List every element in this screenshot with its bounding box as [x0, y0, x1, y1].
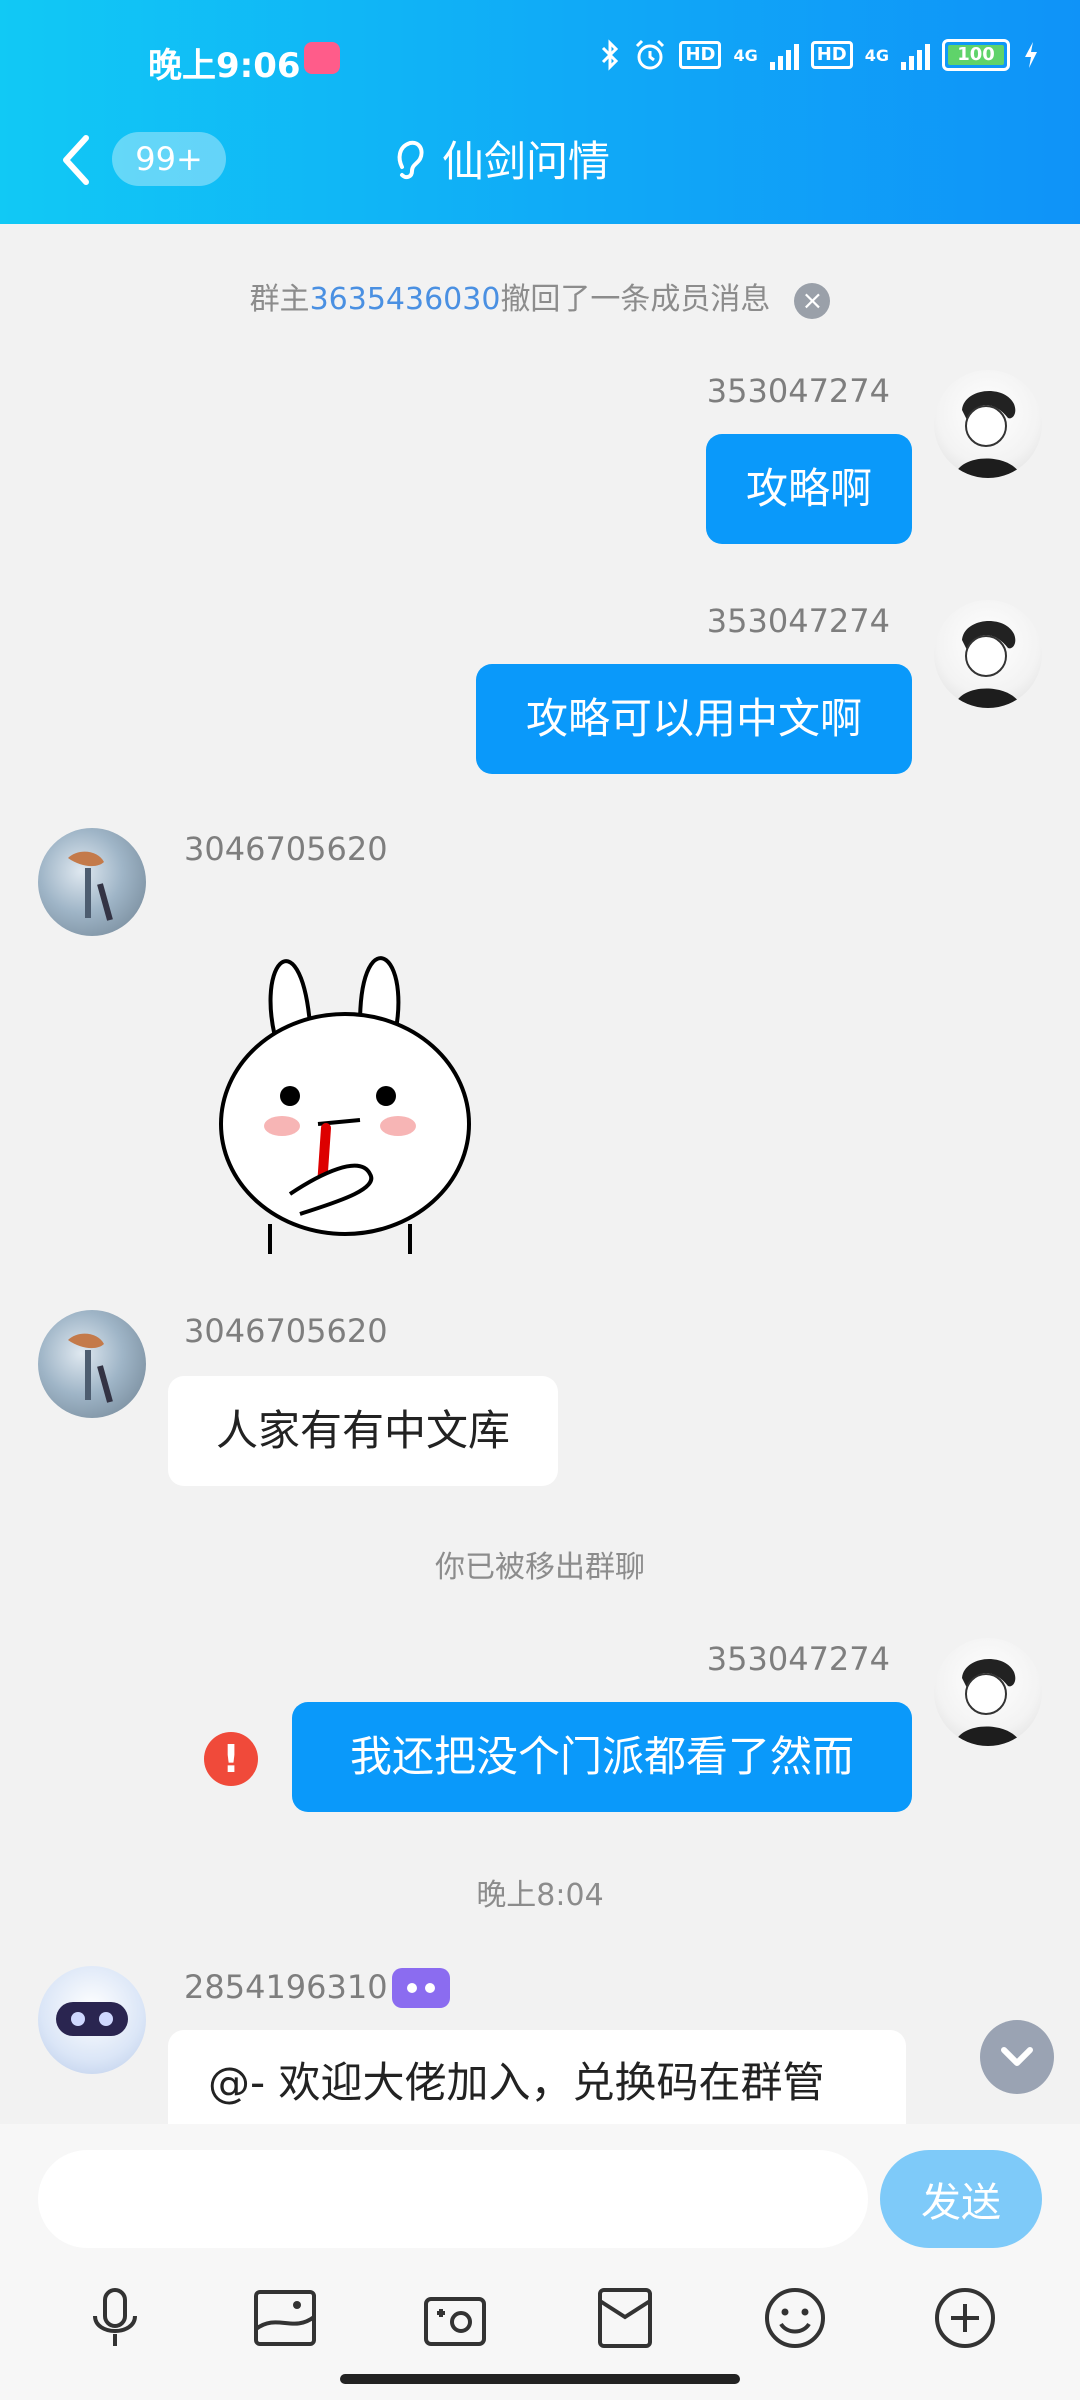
alarm-icon [636, 39, 665, 70]
avatar[interactable] [38, 1310, 146, 1418]
send-failed-icon[interactable]: ! [204, 1732, 258, 1786]
message-input[interactable] [38, 2150, 868, 2248]
toolbar [0, 2270, 1080, 2366]
chat-title: 仙剑问情 [442, 137, 611, 186]
app-notification-icon [304, 42, 340, 74]
title-area[interactable]: 仙剑问情 [390, 128, 610, 189]
unread-count-badge[interactable]: 99+ [112, 132, 226, 186]
red-packet-icon[interactable] [590, 2283, 660, 2353]
microphone-icon[interactable] [80, 2283, 150, 2353]
camera-icon[interactable] [420, 2283, 490, 2353]
hd-icon-2: HD [810, 41, 853, 69]
bot-badge-icon [392, 1968, 450, 2008]
hd-icon: HD [679, 41, 722, 69]
avatar[interactable] [934, 1638, 1042, 1746]
sender-id: 353047274 [706, 372, 890, 410]
chat-header: 晚上9:06 HD 4G HD 4G 100 99+ 仙剑问情 [0, 0, 1080, 224]
network-label: 4G [733, 45, 758, 65]
network-label-2: 4G [864, 45, 889, 65]
bluetooth-icon [602, 39, 619, 71]
message-bubble[interactable]: 我还把没个门派都看了然而 [292, 1702, 912, 1812]
battery-level: 100 [948, 45, 1004, 65]
avatar[interactable] [934, 600, 1042, 708]
sender-id: 353047274 [706, 1640, 890, 1678]
signal-icon [769, 40, 799, 70]
recall-user-link[interactable]: 3635436030 [310, 282, 501, 317]
ear-icon [397, 140, 424, 179]
avatar[interactable] [38, 828, 146, 936]
message-bubble[interactable]: @- 欢迎大佬加入，兑换码在群管 [168, 2030, 906, 2124]
bunny-sticker[interactable] [210, 924, 480, 1254]
status-time: 晚上9:06 [148, 46, 301, 86]
recall-suffix: 撤回了一条成员消息 [500, 282, 771, 317]
picture-icon[interactable] [250, 2283, 320, 2353]
scroll-down-button[interactable] [980, 2020, 1054, 2094]
message-bubble[interactable]: 攻略啊 [706, 434, 912, 544]
plus-icon[interactable] [930, 2283, 1000, 2353]
emoji-icon[interactable] [760, 2283, 830, 2353]
close-icon[interactable]: × [794, 282, 831, 319]
home-indicator[interactable] [340, 2374, 740, 2384]
time-divider: 晚上8:04 [476, 1878, 604, 1913]
sender-id: 2854196310 [184, 1968, 388, 2006]
removed-notice: 你已被移出群聊 [435, 1550, 645, 1585]
send-button[interactable]: 发送 [880, 2150, 1042, 2248]
signal-icon-2 [901, 40, 930, 70]
avatar[interactable] [934, 370, 1042, 478]
nav-bar: 99+ 仙剑问情 [0, 120, 1080, 224]
back-button[interactable] [56, 130, 96, 190]
bot-avatar[interactable] [38, 1966, 146, 2074]
input-bar: 发送 [0, 2124, 1080, 2400]
message-list[interactable]: 群主3635436030撤回了一条成员消息 × 353047274 攻略啊 353… [0, 224, 1080, 2124]
sender-id: 3046705620 [184, 1312, 388, 1350]
battery-icon: 100 [942, 39, 1010, 71]
status-bar: 晚上9:06 HD 4G HD 4G 100 [0, 0, 1080, 120]
chevron-down-icon [1001, 2047, 1033, 2066]
recall-notice: 群主3635436030撤回了一条成员消息 × [0, 274, 1080, 319]
sender-id: 3046705620 [184, 830, 388, 868]
sender-id: 353047274 [706, 602, 890, 640]
recall-prefix: 群主 [249, 282, 310, 317]
status-icons: HD 4G HD 4G 100 [599, 38, 1040, 72]
charging-icon [1025, 42, 1037, 68]
message-bubble[interactable]: 攻略可以用中文啊 [476, 664, 912, 774]
message-bubble[interactable]: 人家有有中文库 [168, 1376, 558, 1486]
